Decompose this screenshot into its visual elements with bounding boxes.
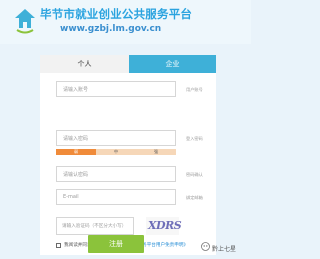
watermark-text: 黔上七星	[212, 246, 237, 253]
password-input[interactable]: 请输入密码	[56, 130, 176, 146]
account-label: 用户账号	[186, 87, 203, 92]
strength-weak: 弱	[56, 149, 96, 155]
site-header: 毕节市就业创业公共服务平台 www.gzbj.lm.gov.cn	[0, 0, 251, 44]
site-title: 毕节市就业创业公共服务平台	[40, 7, 193, 21]
captcha-text: XDRS	[148, 219, 182, 232]
email-input[interactable]: E-mail	[56, 189, 176, 205]
confirm-password-input[interactable]: 请输认密码	[56, 166, 176, 182]
confirm-label: 密码确认	[186, 172, 203, 177]
tab-enterprise[interactable]: 企业	[129, 55, 216, 73]
password-placeholder: 请输入密码	[63, 136, 89, 142]
email-label: 绑定邮箱	[186, 195, 203, 200]
site-url: www.gzbj.lm.gov.cn	[60, 24, 162, 34]
captcha-image[interactable]: XDRS	[146, 217, 182, 235]
captcha-placeholder: 请输入验证码（不区分大小写）	[62, 224, 127, 229]
strength-strong: 强	[136, 149, 176, 155]
confirm-placeholder: 请输认密码	[63, 172, 89, 178]
password-strength-meter: 弱 中 强	[56, 149, 176, 155]
register-form: 个人 企业 请输入账号 用户账号 请输入密码 登入密码 弱 中 强 请输认密码 …	[40, 55, 216, 255]
wechat-icon	[201, 242, 210, 251]
email-placeholder: E-mail	[63, 194, 79, 200]
register-button[interactable]: 注册	[88, 235, 144, 253]
strength-medium: 中	[96, 149, 136, 155]
account-input[interactable]: 请输入账号	[56, 81, 176, 97]
agree-checkbox[interactable]	[56, 243, 61, 248]
tab-personal[interactable]: 个人	[40, 55, 129, 73]
account-placeholder: 请输入账号	[63, 87, 89, 93]
captcha-input[interactable]: 请输入验证码（不区分大小写）	[56, 217, 134, 235]
password-label: 登入密码	[186, 136, 203, 141]
house-arrow-icon	[15, 9, 35, 34]
